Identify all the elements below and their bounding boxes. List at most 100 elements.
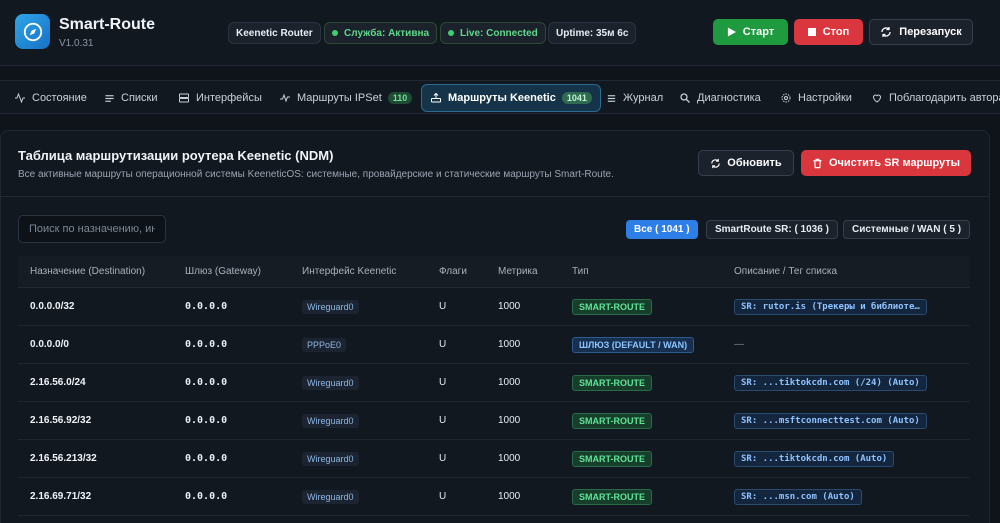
tab-label: Состояние <box>32 92 87 104</box>
refresh-button[interactable]: Обновить <box>698 150 794 176</box>
stop-icon <box>807 28 816 36</box>
tab-settings[interactable]: Настройки <box>780 84 852 112</box>
search-input[interactable] <box>18 215 166 243</box>
route-destination: 2.16.56.0/24 <box>30 377 86 388</box>
route-flags: U <box>439 491 447 502</box>
route-gateway: 0.0.0.0 <box>185 339 228 350</box>
tab-log[interactable]: Журнал <box>606 84 663 112</box>
table-row[interactable]: 2.16.56.213/32 0.0.0.0 Wireguard0 U 1000 SMAR… <box>18 440 970 478</box>
col-type[interactable]: Тип <box>572 256 734 287</box>
table-header: Назначение (Destination) Шлюз (Gateway) … <box>18 256 970 288</box>
route-metric: 1000 <box>498 301 521 312</box>
app-title: Smart-Route <box>59 16 156 33</box>
uptime-pill: Uptime: 35м 6с <box>548 22 637 44</box>
compass-icon <box>15 14 50 49</box>
route-gateway: 0.0.0.0 <box>185 415 228 426</box>
clear-sr-routes-button[interactable]: Очистить SR маршруты <box>801 150 971 176</box>
tab-lists[interactable]: Списки <box>104 84 158 112</box>
col-flags[interactable]: Флаги <box>439 256 498 287</box>
col-destination[interactable]: Назначение (Destination) <box>18 256 185 287</box>
route-gateway: 0.0.0.0 <box>185 491 228 502</box>
play-icon <box>727 27 736 37</box>
refresh-label: Обновить <box>727 157 782 169</box>
route-description: SR: ...tiktokcdn.com (/24) (Auto) <box>734 374 927 391</box>
route-metric: 1000 <box>498 415 521 426</box>
route-gateway: 0.0.0.0 <box>185 377 228 388</box>
server-icon <box>179 93 189 103</box>
table-row[interactable]: 0.0.0.0/32 0.0.0.0 Wireguard0 U 1000 SMART-RO… <box>18 288 970 326</box>
activity-icon <box>15 92 25 104</box>
service-status-pill: Служба: Активна <box>324 22 438 44</box>
app-version: V1.0.31 <box>59 38 94 49</box>
status-dot-icon <box>332 30 338 36</box>
table-row[interactable]: 0.0.0.0/0 0.0.0.0 PPPoE0 U 1000 ШЛЮЗ (DEFAULT… <box>18 326 970 364</box>
table-row[interactable]: 2.16.56.0/24 0.0.0.0 Wireguard0 U 1000 SMART-… <box>18 364 970 402</box>
route-gateway: 0.0.0.0 <box>185 453 228 464</box>
tab-badge: 1041 <box>561 92 592 104</box>
live-status-pill: Live: Connected <box>440 22 546 44</box>
app-header: Smart-Route V1.0.31 Keenetic Router Служ… <box>0 0 1000 66</box>
tab-label: Настройки <box>798 92 852 104</box>
tab-label: Списки <box>121 92 158 104</box>
start-button[interactable]: Старт <box>713 19 788 45</box>
route-type-badge: SMART-ROUTE <box>572 488 652 505</box>
route-interface: Wireguard0 <box>302 413 359 428</box>
col-metric[interactable]: Метрика <box>498 256 572 287</box>
table-row[interactable]: 2.16.56.92/32 0.0.0.0 Wireguard0 U 1000 SMART… <box>18 402 970 440</box>
route-interface: Wireguard0 <box>302 451 359 466</box>
tab-keenetic-routes[interactable]: Маршруты Keenetic 1041 <box>421 84 601 112</box>
route-flags: U <box>439 453 447 464</box>
col-gateway[interactable]: Шлюз (Gateway) <box>185 256 302 287</box>
route-destination: 2.16.69.71/32 <box>30 491 92 502</box>
route-interface: Wireguard0 <box>302 299 359 314</box>
main-nav: Состояние Списки Интерфейсы Маршруты IPS… <box>0 80 1000 114</box>
page-title: Таблица маршрутизации роутера Keenetic (… <box>18 148 334 163</box>
route-description: — <box>734 339 744 350</box>
route-destination: 2.16.56.92/32 <box>30 415 92 426</box>
tab-thank-author[interactable]: Поблагодарить автора <box>871 84 1000 112</box>
trash-icon <box>813 158 822 168</box>
route-type-badge: SMART-ROUTE <box>572 374 652 391</box>
menu-icon <box>607 94 616 102</box>
route-metric: 1000 <box>498 491 521 502</box>
stop-label: Стоп <box>822 26 850 38</box>
heart-icon <box>872 94 882 103</box>
route-type-badge: SMART-ROUTE <box>572 298 652 315</box>
restart-label: Перезапуск <box>899 26 962 38</box>
router-label: Keenetic Router <box>236 27 313 39</box>
route-description: SR: ...msn.com (Auto) <box>734 488 862 505</box>
restart-button[interactable]: Перезапуск <box>869 19 973 45</box>
col-description[interactable]: Описание / Тег списка <box>734 256 964 287</box>
filter-smartroute[interactable]: SmartRoute SR: ( 1036 ) <box>706 220 838 239</box>
start-label: Старт <box>742 26 775 38</box>
route-description: SR: ...tiktokcdn.com (Auto) <box>734 450 895 467</box>
refresh-icon <box>881 27 891 37</box>
tab-ipset-routes[interactable]: Маршруты IPSet 110 <box>279 84 413 112</box>
route-flags: U <box>439 339 447 350</box>
route-destination: 0.0.0.0/32 <box>30 301 75 312</box>
tab-status[interactable]: Состояние <box>14 84 87 112</box>
routes-table: Назначение (Destination) Шлюз (Gateway) … <box>18 256 970 516</box>
refresh-icon <box>711 158 721 168</box>
route-type-badge: SMART-ROUTE <box>572 412 652 429</box>
router-icon <box>431 92 441 103</box>
filter-all[interactable]: Все ( 1041 ) <box>626 220 698 239</box>
tab-diagnostics[interactable]: Диагностика <box>679 84 761 112</box>
tab-interfaces[interactable]: Интерфейсы <box>178 84 262 112</box>
uptime: Uptime: 35м 6с <box>556 27 629 39</box>
status-dot-icon <box>448 30 454 36</box>
pulse-icon <box>280 93 290 103</box>
col-interface[interactable]: Интерфейс Keenetic <box>302 256 439 287</box>
stop-button[interactable]: Стоп <box>794 19 863 45</box>
tab-label: Маршруты Keenetic <box>448 92 556 104</box>
page-subtitle: Все активные маршруты операционной систе… <box>18 169 614 180</box>
table-body: 0.0.0.0/32 0.0.0.0 Wireguard0 U 1000 SMART-RO… <box>18 288 970 516</box>
route-gateway: 0.0.0.0 <box>185 301 228 312</box>
filter-system[interactable]: Системные / WAN ( 5 ) <box>843 220 971 239</box>
table-row[interactable]: 2.16.69.71/32 0.0.0.0 Wireguard0 U 1000 SMART… <box>18 478 970 516</box>
route-destination: 0.0.0.0/0 <box>30 339 69 350</box>
route-destination: 2.16.56.213/32 <box>30 453 97 464</box>
route-metric: 1000 <box>498 377 521 388</box>
gear-icon <box>781 93 791 103</box>
route-interface: PPPoE0 <box>302 337 347 352</box>
